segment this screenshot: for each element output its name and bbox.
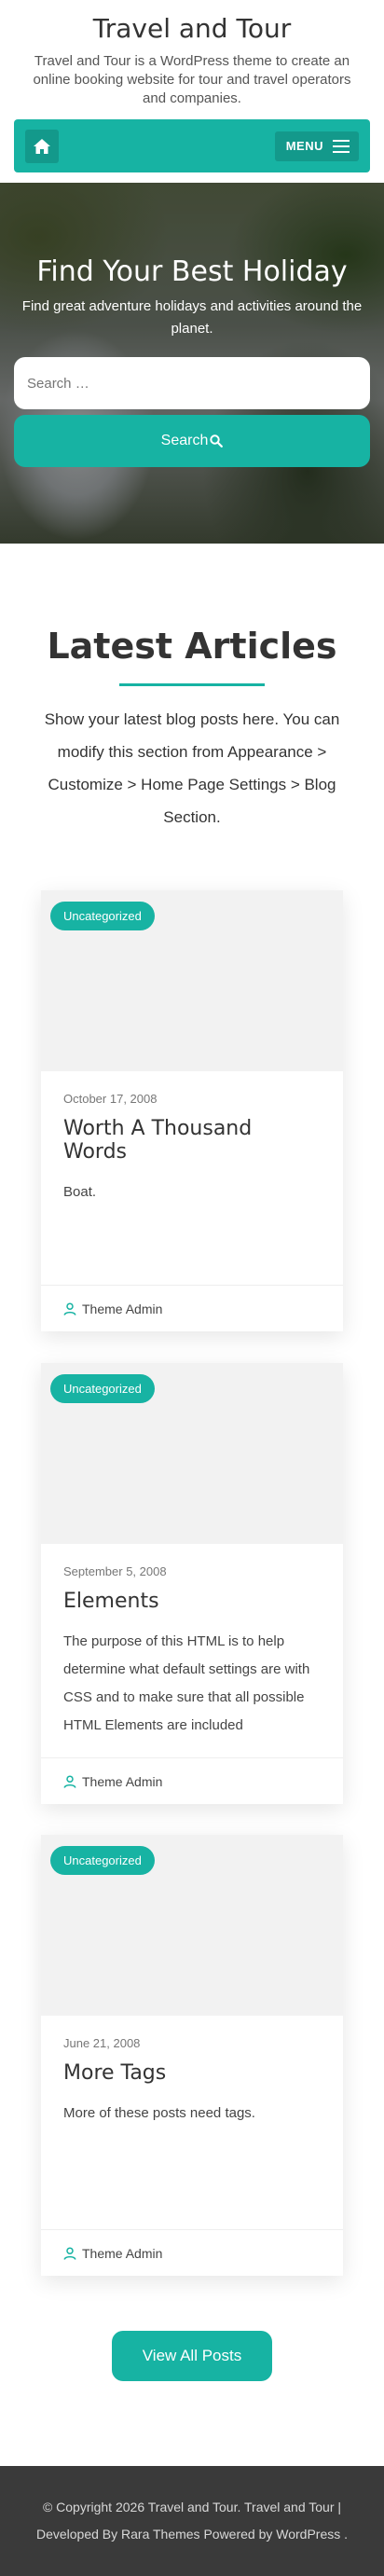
post-card: Uncategorized September 5, 2008 Elements… [41,1363,343,1804]
post-author[interactable]: Theme Admin [41,1285,343,1331]
post-title[interactable]: Worth A Thousand Words [63,1117,321,1164]
category-badge[interactable]: Uncategorized [50,902,155,930]
post-thumbnail[interactable]: Uncategorized [41,890,343,1071]
post-title[interactable]: More Tags [63,2061,321,2085]
post-card: Uncategorized June 21, 2008 More Tags Mo… [41,1835,343,2276]
footer-copyright: © Copyright 2026 Travel and Tour. Travel… [42,2500,342,2514]
post-date[interactable]: June 21, 2008 [63,2036,321,2050]
banner-title: Find Your Best Holiday [36,255,348,288]
category-badge[interactable]: Uncategorized [50,1374,155,1403]
latest-articles-section: Latest Articles Show your latest blog po… [0,544,384,833]
post-author[interactable]: Theme Admin [41,2229,343,2276]
post-card: Uncategorized October 17, 2008 Worth A T… [41,890,343,1331]
search-button-label: Search [160,433,209,448]
category-badge[interactable]: Uncategorized [50,1846,155,1875]
section-divider [119,683,265,686]
post-thumbnail[interactable]: Uncategorized [41,1363,343,1544]
user-icon [63,1302,76,1316]
post-excerpt: The purpose of this HTML is to help dete… [63,1633,310,1733]
view-all-posts-button[interactable]: View All Posts [112,2331,272,2381]
hamburger-icon [333,136,350,157]
user-icon [63,2246,76,2260]
post-excerpt: More of these posts need tags. [63,2105,255,2121]
post-author[interactable]: Theme Admin [41,1757,343,1804]
main-navigation: MENU [14,119,370,172]
site-footer: © Copyright 2026 Travel and Tour. Travel… [0,2466,384,2576]
author-name: Theme Admin [82,1301,163,1316]
menu-toggle-button[interactable]: MENU [274,131,359,161]
banner-subtitle: Find great adventure holidays and activi… [21,298,363,337]
menu-label: MENU [285,139,323,153]
site-title[interactable]: Travel and Tour [14,13,370,45]
search-icon [210,434,224,448]
post-date[interactable]: September 5, 2008 [63,1564,321,1578]
post-thumbnail[interactable]: Uncategorized [41,1835,343,2016]
post-title[interactable]: Elements [63,1590,321,1613]
user-icon [63,1774,76,1788]
post-excerpt: Boat. [63,1184,97,1200]
hero-banner: Find Your Best Holiday Find great advent… [0,183,384,544]
site-description: Travel and Tour is a WordPress theme to … [33,53,351,106]
search-input[interactable] [14,357,370,409]
section-title: Latest Articles [47,626,337,667]
post-date[interactable]: October 17, 2008 [63,1092,321,1106]
site-header: Travel and Tour Travel and Tour is a Wor… [0,0,384,183]
author-name: Theme Admin [82,1773,163,1789]
home-button[interactable] [25,129,59,163]
section-description: Show your latest blog posts here. You ca… [44,710,340,826]
home-icon [34,138,50,154]
footer-credits: Developed By Rara Themes Powered by Word… [35,2527,349,2542]
author-name: Theme Admin [82,2245,163,2261]
search-button[interactable]: Search [14,415,370,467]
